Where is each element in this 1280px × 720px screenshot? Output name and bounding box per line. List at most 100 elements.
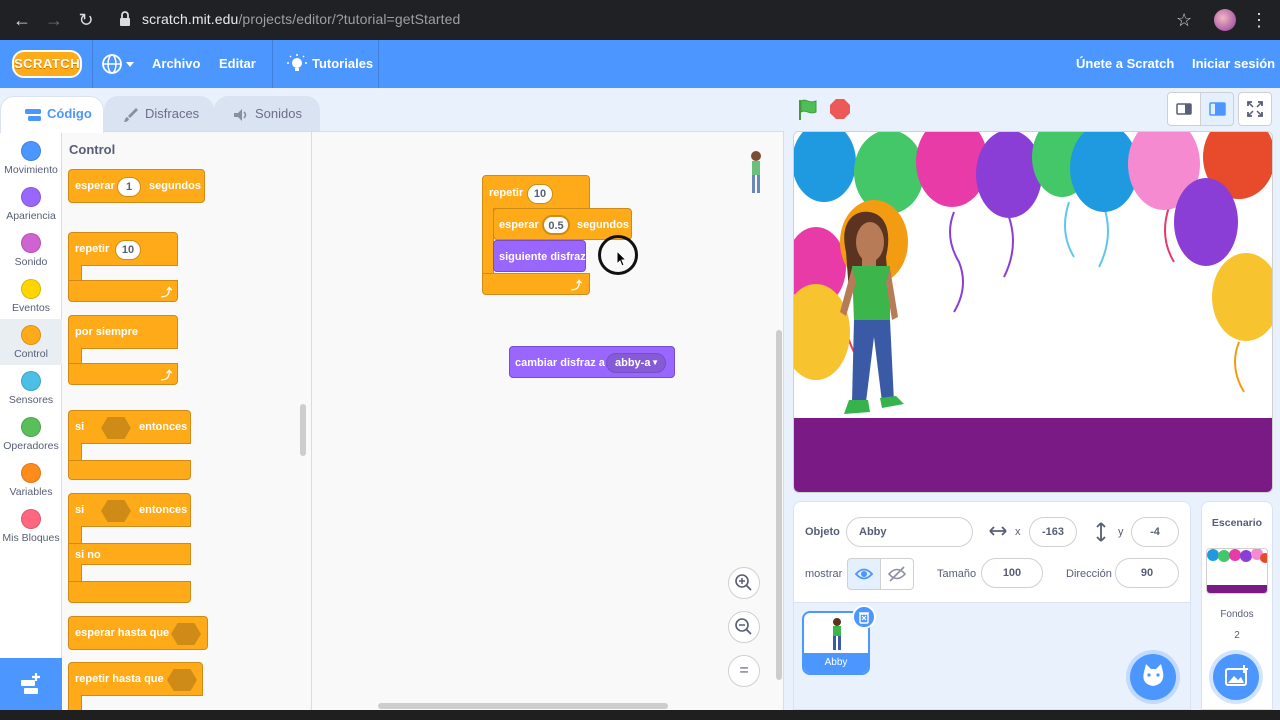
condition-slot[interactable] <box>167 669 197 691</box>
normal-stage-button[interactable] <box>1200 92 1234 126</box>
backdrop-thumbnail[interactable] <box>1206 548 1268 594</box>
category-variables[interactable]: Variables <box>0 457 62 503</box>
block-palette: Control esperar 1 segundos repetir 10 ⤴ … <box>62 131 312 710</box>
stage-canvas[interactable] <box>793 131 1273 493</box>
fullscreen-button[interactable] <box>1238 92 1272 126</box>
workspace-vertical-scrollbar[interactable] <box>776 330 782 680</box>
tab-code[interactable]: Código <box>0 96 104 133</box>
condition-slot[interactable] <box>101 500 131 522</box>
x-position-input[interactable]: -163 <box>1029 517 1077 547</box>
zoom-out-button[interactable] <box>728 611 760 643</box>
category-label: Variables <box>9 486 53 498</box>
script-switch-costume-block[interactable]: cambiar disfraz a abby-a ▼ <box>509 346 675 378</box>
category-operators[interactable]: Operadores <box>0 411 62 457</box>
if-block-label: si <box>75 421 85 433</box>
lock-icon[interactable] <box>118 10 132 28</box>
palette-title: Control <box>69 142 116 157</box>
menu-tutorials[interactable]: Tutoriales <box>312 56 373 71</box>
speaker-icon <box>234 108 247 121</box>
wait-block-suffix: segundos <box>149 180 201 192</box>
script-next-costume-block[interactable]: siguiente disfraz <box>493 240 586 272</box>
sign-in-link[interactable]: Iniciar sesión <box>1192 56 1275 71</box>
zoom-in-button[interactable] <box>728 567 760 599</box>
join-scratch-link[interactable]: Únete a Scratch <box>1076 56 1174 71</box>
condition-slot[interactable] <box>171 623 201 645</box>
zoom-reset-button[interactable]: = <box>728 655 760 687</box>
forever-block[interactable]: por siempre <box>68 315 178 349</box>
back-icon[interactable]: ← <box>10 8 34 32</box>
category-events[interactable]: Eventos <box>0 273 62 319</box>
category-dot-icon <box>21 325 41 345</box>
trash-icon <box>859 612 869 624</box>
wait-until-block[interactable]: esperar hasta que <box>68 616 208 650</box>
ifelse-block-foot <box>68 581 191 603</box>
palette-scrollbar[interactable] <box>300 404 306 456</box>
category-label: Eventos <box>12 302 50 314</box>
category-sound[interactable]: Sonido <box>0 227 62 273</box>
wait-until-label: esperar hasta que <box>75 627 170 639</box>
script-workspace[interactable]: repetir 10 ⤴ esperar 0.5 segundos siguie… <box>312 131 784 710</box>
category-motion[interactable]: Movimiento <box>0 135 62 181</box>
category-control[interactable]: Control <box>0 319 62 365</box>
reload-icon[interactable]: ↻ <box>74 8 98 32</box>
bookmark-star-icon[interactable]: ☆ <box>1176 8 1192 32</box>
script-repeat-count-input[interactable]: 10 <box>527 184 553 204</box>
add-extension-icon <box>21 673 40 694</box>
repeat-block-foot: ⤴ <box>68 280 178 302</box>
backdrops-label: Fondos <box>1220 609 1254 620</box>
condition-slot[interactable] <box>101 417 131 439</box>
workspace-horizontal-scrollbar[interactable] <box>378 703 668 709</box>
if-then-block[interactable]: si entonces <box>68 410 191 444</box>
y-position-input[interactable]: -4 <box>1131 517 1179 547</box>
repeat-count-input[interactable]: 10 <box>115 240 141 260</box>
choose-sprite-button[interactable] <box>1130 654 1176 700</box>
small-stage-button[interactable] <box>1167 92 1201 126</box>
category-label: Sensores <box>8 394 54 406</box>
script-repeat-block[interactable]: repetir 10 <box>482 175 590 209</box>
profile-avatar[interactable] <box>1214 9 1236 31</box>
repeat-until-block[interactable]: repetir hasta que <box>68 662 203 696</box>
browser-toolbar: ← → ↻ scratch.mit.edu/projects/editor/?t… <box>0 0 1280 40</box>
show-sprite-button[interactable] <box>847 558 881 590</box>
cat-add-icon <box>1143 664 1164 686</box>
add-extension-button[interactable] <box>0 658 62 710</box>
ifelse-block-label: si <box>75 504 85 516</box>
costume-dropdown[interactable]: abby-a ▼ <box>606 353 666 373</box>
menu-file[interactable]: Archivo <box>152 56 200 71</box>
tab-costumes[interactable]: Disfraces <box>104 96 214 132</box>
sprite-thumbnail-label: Abby <box>804 653 868 673</box>
category-dot-icon <box>21 279 41 299</box>
category-dot-icon <box>21 141 41 161</box>
size-label: Tamaño <box>937 568 977 580</box>
wait-seconds-input[interactable]: 1 <box>117 177 141 197</box>
direction-input[interactable]: 90 <box>1115 558 1179 588</box>
size-input[interactable]: 100 <box>981 558 1043 588</box>
category-my-blocks[interactable]: Mis Bloques <box>0 503 62 549</box>
browser-menu-icon[interactable]: ⋮ <box>1250 8 1268 32</box>
code-tab-icon <box>25 108 41 121</box>
if-else-block[interactable]: si entonces <box>68 493 191 527</box>
delete-sprite-button[interactable] <box>852 605 876 629</box>
category-dot-icon <box>21 417 41 437</box>
stop-button[interactable] <box>830 99 850 119</box>
menu-edit[interactable]: Editar <box>219 56 256 71</box>
address-bar[interactable]: scratch.mit.edu/projects/editor/?tutoria… <box>142 11 460 27</box>
wait-block[interactable]: esperar 1 segundos <box>68 169 205 203</box>
object-label: Objeto <box>805 526 840 538</box>
category-label: Operadores <box>3 440 59 452</box>
choose-backdrop-button[interactable] <box>1213 654 1259 700</box>
sprite-name-input[interactable]: Abby <box>846 517 973 547</box>
scratch-logo[interactable]: SCRATCH <box>12 50 82 78</box>
repeat-block[interactable]: repetir 10 <box>68 232 178 266</box>
hide-sprite-button[interactable] <box>880 558 914 590</box>
green-flag-icon[interactable] <box>796 98 820 122</box>
tab-sounds[interactable]: Sonidos <box>214 96 320 132</box>
category-sensing[interactable]: Sensores <box>0 365 62 411</box>
repeat-block-arm <box>68 265 82 281</box>
forward-icon[interactable]: → <box>42 8 66 32</box>
category-looks[interactable]: Apariencia <box>0 181 62 227</box>
script-wait-seconds-input[interactable]: 0.5 <box>542 215 570 235</box>
forever-block-foot: ⤴ <box>68 363 178 385</box>
category-label: Apariencia <box>6 210 56 222</box>
language-globe-icon[interactable] <box>100 52 136 76</box>
